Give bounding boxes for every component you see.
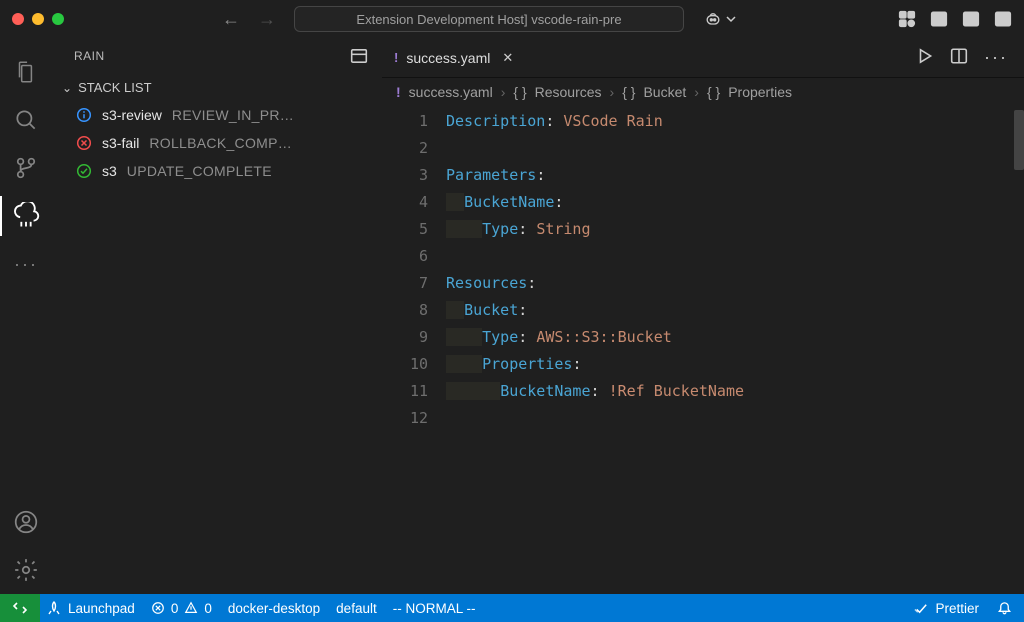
- section-header[interactable]: ⌄ STACK LIST: [52, 74, 382, 101]
- breadcrumb-item[interactable]: success.yaml: [409, 84, 493, 100]
- settings-gear-icon[interactable]: [0, 546, 52, 594]
- status-mode: -- NORMAL --: [393, 601, 476, 616]
- side-panel-title: RAIN: [74, 49, 105, 63]
- accounts-icon[interactable]: [0, 498, 52, 546]
- status-bar: Launchpad 0 0 docker-desktop default -- …: [0, 594, 1024, 622]
- status-namespace[interactable]: default: [336, 601, 377, 616]
- status-context[interactable]: docker-desktop: [228, 601, 320, 616]
- remote-indicator[interactable]: [0, 594, 40, 622]
- nav-forward-icon[interactable]: →: [258, 9, 276, 30]
- nav-back-icon[interactable]: ←: [222, 9, 240, 30]
- side-panel: RAIN ⌄ STACK LIST s3-review REVIEW_IN_PR…: [52, 38, 382, 594]
- yaml-file-icon: !: [394, 50, 398, 65]
- chevron-right-icon: ›: [501, 84, 506, 100]
- stack-status: UPDATE_COMPLETE: [127, 163, 272, 179]
- stack-status: REVIEW_IN_PR…: [172, 107, 294, 123]
- code-editor[interactable]: 123 456 789 101112 Description: VSCode R…: [382, 106, 1024, 594]
- breadcrumb-item[interactable]: Resources: [535, 84, 602, 100]
- search-icon[interactable]: [0, 96, 52, 144]
- panel-action-icon[interactable]: [350, 47, 368, 65]
- stack-name: s3-review: [102, 107, 162, 123]
- yaml-file-icon: !: [396, 84, 401, 100]
- run-icon[interactable]: [916, 47, 934, 65]
- breadcrumb[interactable]: ! success.yaml › { } Resources › { } Buc…: [382, 78, 1024, 106]
- chevron-right-icon: ›: [610, 84, 615, 100]
- stack-item[interactable]: s3-review REVIEW_IN_PR…: [52, 101, 382, 129]
- breadcrumb-item[interactable]: Bucket: [643, 84, 686, 100]
- customize-layout-icon[interactable]: [898, 10, 916, 28]
- copilot-button[interactable]: [702, 9, 736, 29]
- error-icon: [76, 135, 92, 151]
- close-tab-icon[interactable]: ✕: [502, 50, 513, 66]
- minimize-window-icon[interactable]: [32, 13, 44, 25]
- info-icon: [76, 107, 92, 123]
- status-launchpad[interactable]: Launchpad: [46, 600, 135, 616]
- rain-extension-icon[interactable]: [0, 192, 52, 240]
- editor-tab[interactable]: ! success.yaml ✕: [382, 38, 525, 77]
- stack-item[interactable]: s3 UPDATE_COMPLETE: [52, 157, 382, 185]
- window-controls: [12, 13, 64, 25]
- activity-bar: ···: [0, 38, 52, 594]
- stack-item[interactable]: s3-fail ROLLBACK_COMP…: [52, 129, 382, 157]
- nav-arrows: ← →: [222, 9, 276, 30]
- stack-name: s3-fail: [102, 135, 139, 151]
- breadcrumb-item[interactable]: Properties: [728, 84, 792, 100]
- pass-icon: [76, 163, 92, 179]
- split-editor-icon[interactable]: [950, 47, 968, 65]
- code-body[interactable]: Description: VSCode Rain Parameters: Buc…: [446, 108, 1024, 432]
- status-formatter[interactable]: Prettier: [914, 601, 979, 616]
- chevron-right-icon: ›: [694, 84, 699, 100]
- editor-area: ! success.yaml ✕ ··· ! success.yaml › { …: [382, 38, 1024, 594]
- more-actions-icon[interactable]: ···: [984, 47, 1008, 68]
- window-title: Extension Development Host] vscode-rain-…: [356, 12, 621, 27]
- stack-name: s3: [102, 163, 117, 179]
- explorer-icon[interactable]: [0, 48, 52, 96]
- toggle-panel-icon[interactable]: [962, 10, 980, 28]
- command-center[interactable]: Extension Development Host] vscode-rain-…: [294, 6, 684, 32]
- line-numbers: 123 456 789 101112: [382, 108, 446, 432]
- source-control-icon[interactable]: [0, 144, 52, 192]
- chevron-down-icon: ⌄: [62, 81, 72, 95]
- toggle-secondary-sidebar-icon[interactable]: [994, 10, 1012, 28]
- minimap-scrollbar[interactable]: [1014, 110, 1024, 170]
- tab-filename: success.yaml: [406, 50, 490, 66]
- maximize-window-icon[interactable]: [52, 13, 64, 25]
- toggle-primary-sidebar-icon[interactable]: [930, 10, 948, 28]
- tab-bar: ! success.yaml ✕ ···: [382, 38, 1024, 78]
- stack-status: ROLLBACK_COMP…: [149, 135, 292, 151]
- notifications-icon[interactable]: [997, 601, 1012, 616]
- title-bar: ← → Extension Development Host] vscode-r…: [0, 0, 1024, 38]
- layout-controls: [898, 10, 1012, 28]
- status-problems[interactable]: 0 0: [151, 601, 212, 616]
- more-icon[interactable]: ···: [0, 240, 52, 288]
- section-title-label: STACK LIST: [78, 80, 151, 95]
- close-window-icon[interactable]: [12, 13, 24, 25]
